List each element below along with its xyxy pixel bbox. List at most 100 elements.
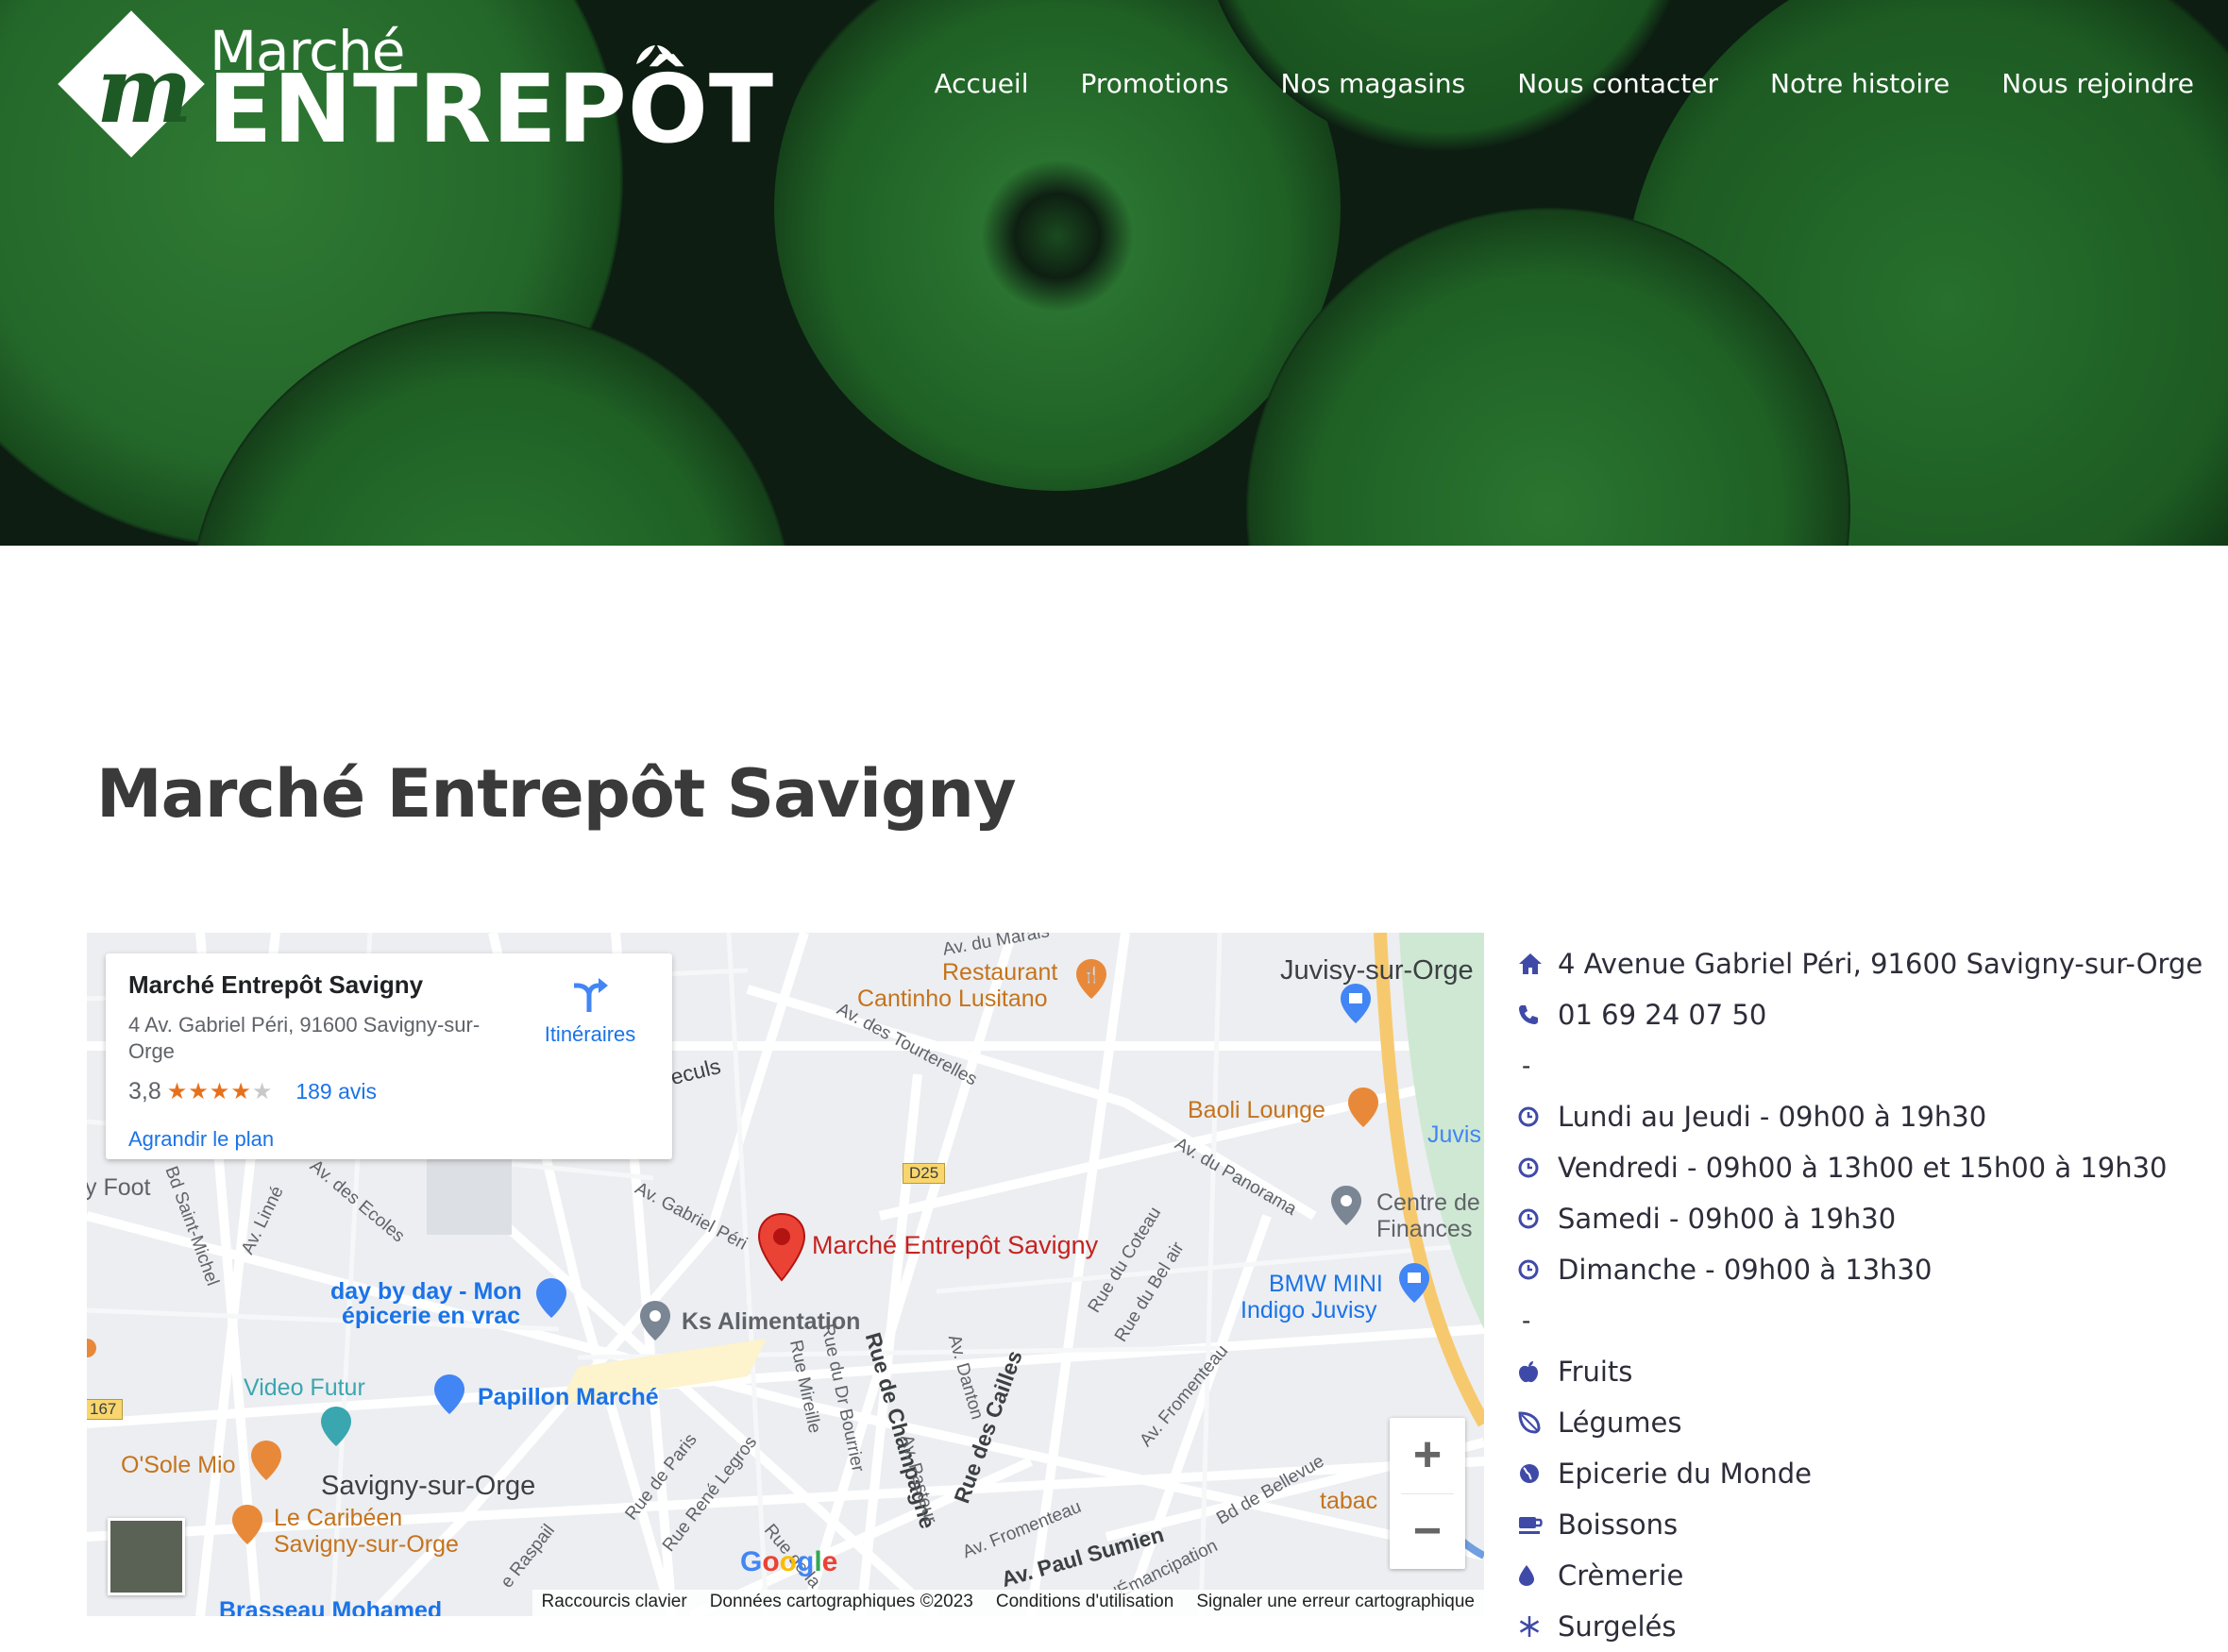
store-address: 4 Avenue Gabriel Péri, 91600 Savigny-sur…: [1518, 938, 2217, 989]
clock-icon: [1518, 1208, 1558, 1229]
map-label: Le Caribéen: [274, 1505, 403, 1531]
directions-button[interactable]: Itinéraires: [529, 974, 651, 1047]
map-label: Restaurant: [942, 959, 1058, 986]
map-pin-icon[interactable]: [757, 1212, 806, 1282]
department-label: Surgelés: [1558, 1610, 1677, 1643]
location-marker-icon[interactable]: [638, 1299, 672, 1342]
directions-icon: [574, 978, 608, 1012]
directions-label: Itinéraires: [544, 1022, 636, 1046]
satellite-toggle-button[interactable]: [108, 1518, 185, 1595]
hours-text: Dimanche - 09h00 à 13h30: [1558, 1254, 1933, 1286]
department-row: Surgelés: [1518, 1601, 2217, 1652]
map-label: Papillon Marché: [478, 1384, 659, 1410]
coffee-icon: [1518, 1514, 1558, 1535]
place-name: Marché Entrepôt Savigny: [128, 970, 424, 999]
nav-promotions[interactable]: Promotions: [1080, 68, 1228, 99]
report-error-link[interactable]: Signaler une erreur cartographique: [1196, 1592, 1475, 1614]
place-info-card: Marché Entrepôt Savigny 4 Av. Gabriel Pé…: [106, 953, 672, 1159]
nav-notre-histoire[interactable]: Notre histoire: [1770, 68, 1950, 99]
store-info: 4 Avenue Gabriel Péri, 91600 Savigny-sur…: [1518, 938, 2217, 1652]
hours-row: Lundi au Jeudi - 09h00 à 19h30: [1518, 1091, 2217, 1142]
google-map[interactable]: 🍴 Marché Entrepôt Savigny Restaurant Can…: [87, 933, 1484, 1616]
store-phone-text[interactable]: 01 69 24 07 50: [1558, 999, 1766, 1031]
clock-icon: [1518, 1259, 1558, 1280]
shopping-marker-icon[interactable]: [1397, 1261, 1431, 1305]
zoom-in-button[interactable]: +: [1390, 1418, 1465, 1493]
map-label: day by day - Mon: [330, 1278, 522, 1305]
hero-banner: m Marché ENTREPÔT Accueil Promotions Nos…: [0, 0, 2228, 546]
restaurant-marker-icon[interactable]: [1346, 1086, 1380, 1129]
department-row: Fruits: [1518, 1346, 2217, 1397]
shopping-marker-icon[interactable]: [432, 1373, 466, 1416]
keyboard-shortcuts-link[interactable]: Raccourcis clavier: [542, 1592, 687, 1614]
map-attribution: Raccourcis clavier Données cartographiqu…: [532, 1590, 1484, 1616]
nav-nos-magasins[interactable]: Nos magasins: [1281, 68, 1466, 99]
map-label: épicerie en vrac: [342, 1303, 521, 1329]
leaf-icon: [636, 45, 676, 64]
enlarge-map-link[interactable]: Agrandir le plan: [128, 1127, 274, 1152]
map-label: Indigo Juvisy: [1241, 1297, 1377, 1323]
restaurant-marker-icon[interactable]: [230, 1503, 264, 1546]
department-row: Epicerie du Monde: [1518, 1448, 2217, 1499]
rating-stars-icon: ★★★★★: [166, 1079, 274, 1104]
shopping-marker-icon[interactable]: [1339, 982, 1373, 1025]
department-row: Boissons: [1518, 1499, 2217, 1550]
site-logo[interactable]: m Marché ENTREPÔT: [58, 10, 773, 158]
video-marker-icon[interactable]: [319, 1405, 353, 1448]
zoom-out-button[interactable]: −: [1390, 1494, 1465, 1570]
map-label: Centre de: [1376, 1189, 1480, 1216]
main-navigation: Accueil Promotions Nos magasins Nous con…: [935, 68, 2195, 99]
drop-icon: [1518, 1564, 1558, 1587]
place-rating: 3,8 ★★★★★ 189 avis: [128, 1078, 377, 1105]
department-label: Boissons: [1558, 1509, 1679, 1541]
map-label: Baoli Lounge: [1188, 1097, 1325, 1123]
map-label: 167: [87, 1399, 124, 1420]
department-row: Crèmerie: [1518, 1550, 2217, 1601]
map-label: Juvis: [1427, 1121, 1481, 1148]
store-phone: 01 69 24 07 50: [1518, 989, 2217, 1040]
place-address: 4 Av. Gabriel Péri, 91600 Savigny-sur-Or…: [128, 1013, 481, 1063]
reviews-link[interactable]: 189 avis: [295, 1079, 377, 1104]
snowflake-icon: [1518, 1615, 1558, 1638]
hours-row: Samedi - 09h00 à 19h30: [1518, 1193, 2217, 1244]
separator: -: [1522, 1306, 1531, 1335]
apple-icon: [1518, 1360, 1558, 1383]
logo-monogram: m: [96, 37, 193, 143]
map-label: BMW MINI: [1269, 1271, 1383, 1297]
map-label: Savigny-sur-Orge: [321, 1471, 536, 1501]
map-label: Savigny-sur-Orge: [274, 1531, 459, 1558]
svg-text:🍴: 🍴: [1082, 966, 1101, 984]
nav-accueil[interactable]: Accueil: [935, 68, 1029, 99]
map-label: Video Futur: [244, 1374, 365, 1401]
store-address-text: 4 Avenue Gabriel Péri, 91600 Savigny-sur…: [1558, 948, 2203, 980]
clock-icon: [1518, 1106, 1558, 1127]
map-label: O'Sole Mio: [121, 1452, 236, 1478]
shopping-marker-icon[interactable]: [534, 1276, 568, 1320]
department-label: Crèmerie: [1558, 1559, 1684, 1592]
home-icon: [1518, 952, 1558, 975]
hours-row: Vendredi - 09h00 à 13h00 et 15h00 à 19h3…: [1518, 1142, 2217, 1193]
map-label: Cantinho Lusitano: [857, 986, 1048, 1012]
map-label: Finances: [1376, 1216, 1473, 1242]
terms-link[interactable]: Conditions d'utilisation: [996, 1592, 1173, 1614]
map-data-credit: Données cartographiques ©2023: [709, 1592, 973, 1611]
leaf-icon: [1518, 1411, 1558, 1434]
restaurant-marker-icon[interactable]: [249, 1439, 283, 1482]
map-label: D25: [903, 1163, 946, 1184]
globe-icon: [1518, 1462, 1558, 1485]
logo-text-bottom: ENTREPÔT: [208, 54, 775, 164]
zoom-controls: + −: [1390, 1418, 1465, 1569]
nav-nous-rejoindre[interactable]: Nous rejoindre: [2001, 68, 2194, 99]
restaurant-marker-icon[interactable]: 🍴: [1074, 957, 1108, 1001]
hours-row: Dimanche - 09h00 à 13h30: [1518, 1244, 2217, 1295]
department-row: Légumes: [1518, 1397, 2217, 1448]
nav-nous-contacter[interactable]: Nous contacter: [1517, 68, 1718, 99]
department-label: Légumes: [1558, 1407, 1682, 1439]
map-label: Brasseau Mohamed: [219, 1597, 443, 1616]
map-label-pin: Marché Entrepôt Savigny: [812, 1231, 1099, 1259]
department-label: Epicerie du Monde: [1558, 1458, 1813, 1490]
google-logo: Google: [740, 1546, 838, 1577]
location-marker-icon[interactable]: [1329, 1184, 1363, 1227]
clock-icon: [1518, 1157, 1558, 1178]
phone-icon: [1518, 1004, 1558, 1025]
